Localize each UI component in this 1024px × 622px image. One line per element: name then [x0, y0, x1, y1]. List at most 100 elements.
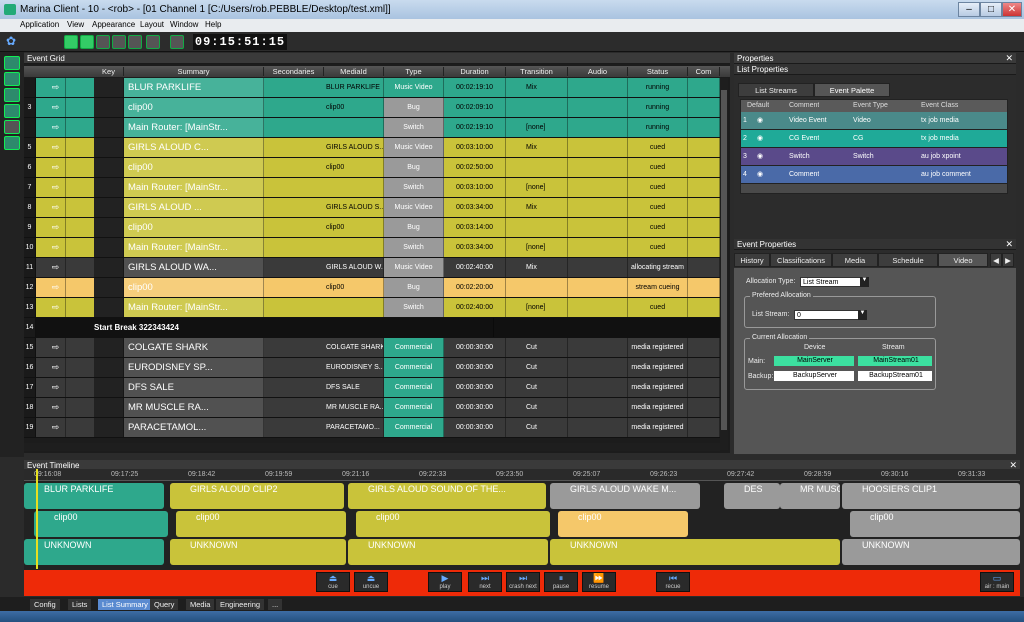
bottom-tab[interactable]: Query: [150, 599, 179, 610]
tool-edit-icon[interactable]: [4, 72, 20, 86]
timeline-clip[interactable]: UNKNOWN: [550, 539, 840, 565]
play-arrow-icon[interactable]: ⇨: [46, 78, 66, 97]
list-stream-select[interactable]: 0: [794, 310, 866, 320]
play-arrow-icon[interactable]: ⇨: [46, 158, 66, 177]
recue-button[interactable]: ⏮ recue: [656, 572, 690, 592]
table-row[interactable]: ⇨ BLUR PARKLIFE BLUR PARKLIFE Music Video 00…: [24, 78, 720, 98]
tab-event-palette[interactable]: Event Palette: [814, 83, 890, 97]
play-arrow-icon[interactable]: ⇨: [46, 138, 66, 157]
table-row[interactable]: 3 ⇨ clip00 clip00 Bug 00:02:09:10 running: [24, 98, 720, 118]
default-radio-icon[interactable]: ◉: [757, 112, 767, 130]
palette-row[interactable]: 4 ◉ Comment au job comment: [741, 166, 1007, 184]
summary-cell[interactable]: PARACETAMOL...: [124, 418, 264, 437]
toolbar-extra-icon[interactable]: [170, 35, 184, 49]
tool-pen-icon[interactable]: [4, 56, 20, 70]
grid-horizontal-scrollbar[interactable]: [24, 443, 720, 451]
resume-button[interactable]: ⏩ resume: [582, 572, 616, 592]
pause-button[interactable]: ⏸ pause: [544, 572, 578, 592]
table-row[interactable]: 8 ⇨ GIRLS ALOUD ... GIRLS ALOUD S... Music V…: [24, 198, 720, 218]
play-arrow-icon[interactable]: ⇨: [46, 278, 66, 297]
summary-cell[interactable]: clip00: [124, 158, 264, 177]
timeline-clip[interactable]: GIRLS ALOUD WAKE M...: [550, 483, 700, 509]
summary-cell[interactable]: DFS SALE: [124, 378, 264, 397]
summary-cell[interactable]: clip00: [124, 278, 264, 297]
properties-close-icon[interactable]: ✕: [1005, 53, 1013, 64]
col-transition[interactable]: Transition: [506, 67, 568, 76]
allocation-type-select[interactable]: List Stream: [800, 277, 868, 287]
timeline-clip[interactable]: UNKNOWN: [842, 539, 1020, 565]
cue-button[interactable]: ⏏ cue: [316, 572, 350, 592]
table-row[interactable]: 14 Start Break 322343424: [24, 318, 720, 338]
summary-cell[interactable]: GIRLS ALOUD WA...: [124, 258, 264, 277]
timeline-playhead[interactable]: [36, 469, 38, 569]
play-button[interactable]: ▶ play: [428, 572, 462, 592]
play-arrow-icon[interactable]: ⇨: [46, 418, 66, 437]
summary-cell[interactable]: clip00: [124, 98, 264, 117]
menu-help[interactable]: Help: [205, 20, 221, 29]
bottom-tab[interactable]: Lists: [68, 599, 92, 610]
summary-cell[interactable]: EURODISNEY SP...: [124, 358, 264, 377]
tool-arrow-icon[interactable]: [4, 136, 20, 150]
play-arrow-icon[interactable]: ⇨: [46, 118, 66, 137]
summary-cell[interactable]: GIRLS ALOUD C...: [124, 138, 264, 157]
air-main-button[interactable]: ▭ air : main: [980, 572, 1014, 592]
table-row[interactable]: 18 ⇨ MR MUSCLE RA... MR MUSCLE RA... Commerc…: [24, 398, 720, 418]
timeline-clip[interactable]: UNKNOWN: [170, 539, 346, 565]
minimize-button[interactable]: –: [958, 2, 980, 17]
table-row[interactable]: 12 ⇨ clip00 clip00 Bug 00:02:20:00 stream cuei…: [24, 278, 720, 298]
col-type[interactable]: Type: [384, 67, 444, 76]
play-arrow-icon[interactable]: ⇨: [46, 358, 66, 377]
play-arrow-icon[interactable]: ⇨: [46, 338, 66, 357]
tab-list-streams[interactable]: List Streams: [738, 83, 814, 97]
table-row[interactable]: 16 ⇨ EURODISNEY SP... EURODISNEY S... Commer…: [24, 358, 720, 378]
col-comment[interactable]: Com: [688, 67, 720, 76]
table-row[interactable]: ⇨ Main Router: [MainStr... Switch 00:02:19:…: [24, 118, 720, 138]
col-audio[interactable]: Audio: [568, 67, 628, 76]
play-arrow-icon[interactable]: ⇨: [46, 198, 66, 217]
uncue-button[interactable]: ⏏ uncue: [354, 572, 388, 592]
toolbar-list-icon[interactable]: [112, 35, 126, 49]
crash-next-button[interactable]: ⏭ crash next: [506, 572, 540, 592]
table-row[interactable]: 10 ⇨ Main Router: [MainStr... Switch 00:03:3…: [24, 238, 720, 258]
timeline-clip[interactable]: DES: [724, 483, 780, 509]
tab-media[interactable]: Media: [832, 253, 878, 267]
timeline-clip[interactable]: UNKNOWN: [24, 539, 164, 565]
close-button[interactable]: ✕: [1002, 2, 1022, 17]
play-arrow-icon[interactable]: ⇨: [46, 398, 66, 417]
table-row[interactable]: 7 ⇨ Main Router: [MainStr... Switch 00:03:10…: [24, 178, 720, 198]
timeline-clip[interactable]: MR MUSC: [780, 483, 840, 509]
tab-scroll-left-icon[interactable]: ◀: [990, 253, 1002, 267]
timeline-clip[interactable]: BLUR PARKLIFE: [24, 483, 164, 509]
timeline-clip[interactable]: clip00: [850, 511, 1020, 537]
tab-video[interactable]: Video: [938, 253, 988, 267]
grid-scroll-thumb[interactable]: [721, 90, 727, 430]
col-mediaid[interactable]: MediaId: [324, 67, 384, 76]
summary-cell[interactable]: MR MUSCLE RA...: [124, 398, 264, 417]
toolbar-grid-icon[interactable]: [64, 35, 78, 49]
col-key[interactable]: Key: [94, 67, 124, 76]
summary-cell[interactable]: Main Router: [MainStr...: [124, 118, 264, 137]
event-properties-close-icon[interactable]: ✕: [1005, 239, 1013, 250]
play-arrow-icon[interactable]: ⇨: [46, 298, 66, 317]
toolbar-monitor-icon[interactable]: [96, 35, 110, 49]
play-arrow-icon[interactable]: ⇨: [46, 218, 66, 237]
timeline-clip[interactable]: GIRLS ALOUD CLIP2: [170, 483, 344, 509]
tab-scroll-right-icon[interactable]: ▶: [1002, 253, 1014, 267]
timeline-clip[interactable]: HOOSIERS CLIP1: [842, 483, 1020, 509]
tab-schedule[interactable]: Schedule: [878, 253, 938, 267]
menu-window[interactable]: Window: [170, 20, 198, 29]
bottom-tab[interactable]: ...: [268, 599, 283, 610]
timeline-clip[interactable]: GIRLS ALOUD SOUND OF THE...: [348, 483, 546, 509]
palette-row[interactable]: 3 ◉ Switch Switch au job xpoint: [741, 148, 1007, 166]
toolbar-clock-icon[interactable]: [80, 35, 94, 49]
toolbar-settings-icon[interactable]: [128, 35, 142, 49]
menu-view[interactable]: View: [67, 20, 84, 29]
timeline-clip[interactable]: UNKNOWN: [348, 539, 548, 565]
col-duration[interactable]: Duration: [444, 67, 506, 76]
tab-classifications[interactable]: Classifications: [770, 253, 832, 267]
summary-cell[interactable]: clip00: [124, 218, 264, 237]
table-row[interactable]: 17 ⇨ DFS SALE DFS SALE Commercial 00:00:30:00…: [24, 378, 720, 398]
tab-history[interactable]: History: [734, 253, 770, 267]
summary-cell[interactable]: COLGATE SHARK: [124, 338, 264, 357]
bottom-tab[interactable]: Engineering: [216, 599, 265, 610]
